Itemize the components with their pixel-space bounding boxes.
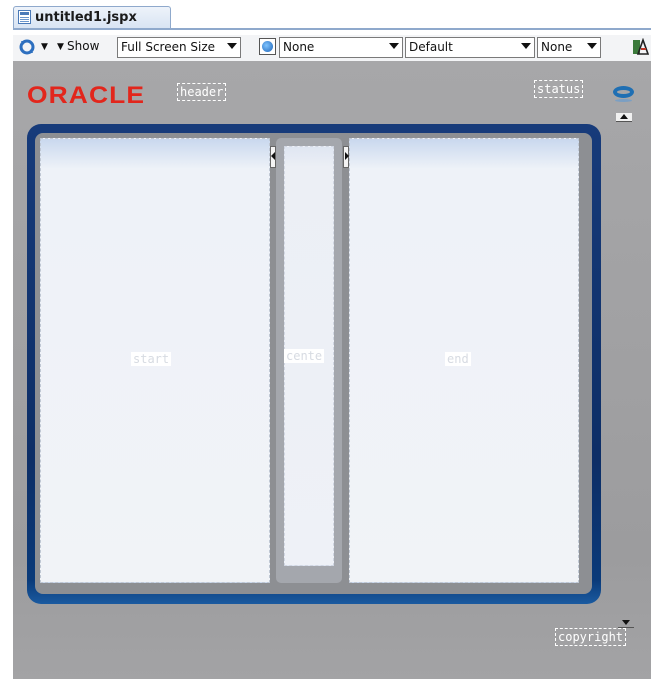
globe-icon[interactable] [259, 38, 276, 55]
mode-select[interactable]: None [537, 37, 601, 58]
oracle-logo: ORACLE [27, 82, 146, 109]
facet-copyright[interactable]: copyright [555, 628, 627, 646]
facet-header[interactable]: header [177, 83, 227, 101]
tab-divider [13, 28, 651, 30]
chevron-down-icon [227, 43, 237, 49]
facet-center[interactable]: cente [284, 146, 334, 566]
tab-untitled1-jspx[interactable]: untitled1.jspx [13, 6, 171, 28]
chevron-down-icon [521, 43, 531, 49]
refresh-dropdown-icon[interactable]: ▼ [41, 42, 48, 52]
editor-tab-strip: untitled1.jspx [0, 0, 651, 30]
chevron-down-icon [587, 43, 597, 49]
facet-end[interactable]: end [349, 138, 579, 583]
text-style-icon[interactable] [632, 38, 649, 56]
skin-value: Default [409, 40, 453, 54]
mode-value: None [541, 40, 573, 54]
design-toolbar: ▼ ▼ Show Full Screen Size None Default N… [13, 35, 651, 61]
facet-start[interactable]: start [40, 138, 270, 583]
screen-size-select[interactable]: Full Screen Size [117, 37, 241, 58]
screen-size-value: Full Screen Size [121, 40, 216, 54]
decorative-frame: start cente end [27, 124, 601, 604]
oracle-o-shadow [615, 99, 632, 102]
show-dropdown-icon[interactable]: ▼ [57, 42, 64, 52]
jspx-file-icon [18, 10, 31, 24]
refresh-icon[interactable] [18, 38, 36, 56]
panel-splitter-area: start cente end [35, 133, 592, 594]
tab-title: untitled1.jspx [35, 10, 137, 25]
facet-status[interactable]: status [534, 80, 584, 98]
show-menu-label[interactable]: Show [67, 39, 99, 53]
start-label: start [131, 352, 172, 366]
collapse-down-icon[interactable] [618, 619, 634, 628]
skin-select[interactable]: Default [405, 37, 535, 58]
locale-value: None [283, 40, 315, 54]
oracle-o-icon [613, 86, 634, 98]
center-label: cente [284, 349, 325, 363]
collapse-up-icon[interactable] [616, 113, 632, 122]
chevron-down-icon [389, 43, 399, 49]
locale-select[interactable]: None [279, 37, 403, 58]
end-label: end [445, 352, 471, 366]
design-canvas: ORACLE header status start cente end cop… [13, 61, 651, 679]
center-region: cente [276, 138, 342, 583]
